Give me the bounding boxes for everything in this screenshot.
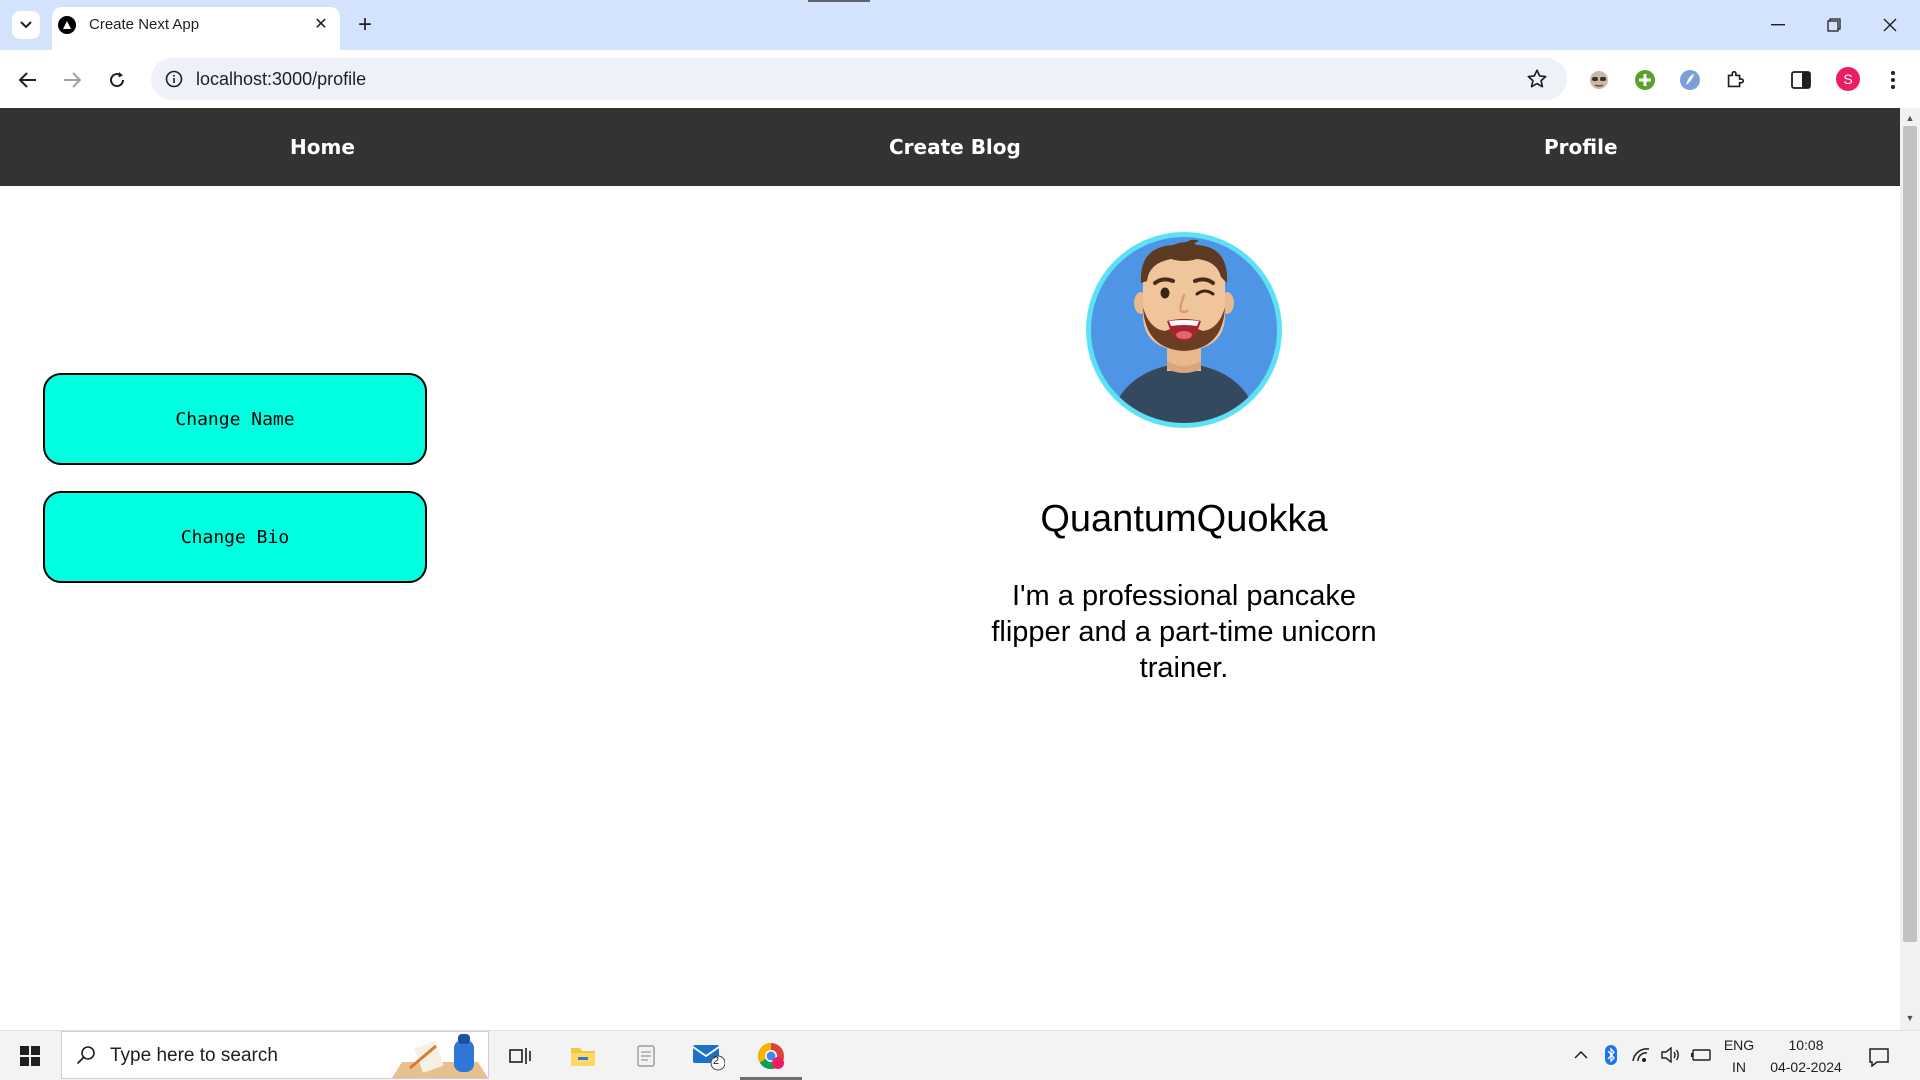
show-hidden-icons-chevron-icon[interactable] [1570,1044,1592,1066]
nav-link-home[interactable]: Home [290,135,355,159]
input-language-indicator[interactable]: ENG IN [1722,1034,1756,1078]
taskbar-clock[interactable]: 10:08 04-02-2024 [1766,1034,1846,1078]
profile-bio: I'm a professional pancake flipper and a… [991,580,1377,684]
search-icon [74,1043,98,1067]
extension-shield-icon[interactable] [1677,67,1703,93]
tab-close-icon[interactable]: ✕ [311,14,331,34]
bluetooth-icon[interactable] [1600,1044,1622,1066]
restore-icon[interactable] [1814,10,1854,40]
bearded-man-avatar-icon [1109,239,1259,423]
nav-link-profile[interactable]: Profile [1544,135,1618,159]
change-name-button[interactable]: Change Name [43,373,427,465]
language-code: ENG [1723,1037,1755,1053]
extension-face-icon[interactable] [1586,67,1612,93]
url-text[interactable]: localhost:3000/profile [196,69,366,90]
clock-time: 10:08 [1788,1037,1824,1053]
tab-title: Create Next App [89,16,200,33]
nextjs-favicon-icon [58,16,76,34]
browser-profile-avatar[interactable]: S [1836,67,1860,91]
task-view-icon[interactable] [498,1036,542,1076]
profile-username: QuantumQuokka [1040,498,1328,540]
site-info-icon[interactable] [163,68,185,90]
notepad-app-icon[interactable] [624,1036,668,1076]
mail-badge: 2 [713,1055,720,1067]
volume-icon[interactable] [1660,1044,1682,1066]
forward-icon[interactable] [56,64,88,96]
clock-date: 04-02-2024 [1770,1059,1842,1075]
profile-avatar [1086,232,1282,428]
reload-icon[interactable] [101,64,133,96]
tab-search-button[interactable] [12,11,40,39]
region-code: IN [1732,1059,1746,1075]
scroll-up-icon[interactable]: ▲ [1903,112,1917,124]
search-highlight-illustration-icon [392,1034,488,1078]
battery-icon[interactable] [1690,1044,1712,1066]
chrome-app-icon[interactable] [749,1036,793,1076]
notification-center-icon[interactable] [1866,1044,1892,1070]
nav-link-create-blog[interactable]: Create Blog [889,135,1021,159]
file-explorer-icon[interactable] [561,1036,605,1076]
browser-menu-icon[interactable] [1880,67,1906,93]
close-window-icon[interactable] [1870,10,1910,40]
change-bio-button[interactable]: Change Bio [43,491,427,583]
side-panel-icon[interactable] [1788,67,1814,93]
scrollbar-thumb[interactable] [1903,126,1917,942]
taskbar-search-placeholder[interactable]: Type here to search [110,1045,278,1067]
windows-start-icon[interactable] [10,1040,50,1072]
back-icon[interactable] [12,64,44,96]
extensions-puzzle-icon[interactable] [1722,67,1748,93]
chevron-down-icon [20,21,32,29]
scroll-down-icon[interactable]: ▼ [1903,1012,1917,1024]
new-tab-icon[interactable]: + [352,11,378,38]
bookmark-star-icon[interactable] [1524,66,1550,92]
wifi-icon[interactable] [1630,1044,1652,1066]
minimize-icon[interactable] [1758,10,1798,40]
tab-strip-indicator [808,0,870,2]
mail-app-icon[interactable]: 2 [686,1036,730,1076]
extension-plus-icon[interactable] [1632,67,1658,93]
